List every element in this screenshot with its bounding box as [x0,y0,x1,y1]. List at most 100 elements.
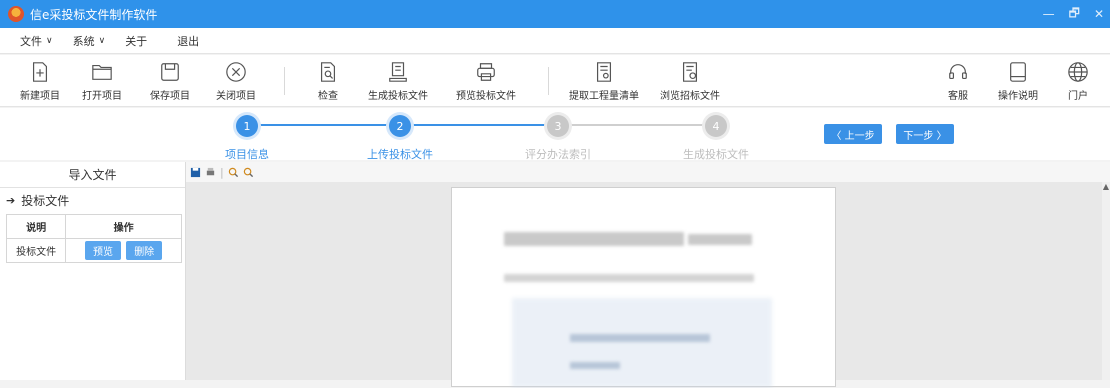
table-row: 投标文件 预览 删除 [5,238,182,263]
document-extract-icon [596,62,612,82]
new-file-icon [32,62,48,82]
check-button[interactable]: 检查 [292,61,364,102]
folder-icon [92,64,112,80]
toolbar: 新建项目 打开项目 保存项目 关闭项目 检查 生成投标文件 预览投标文件 提取工… [0,55,1110,107]
portal-button[interactable]: 门户 [1042,61,1110,102]
extract-bill-label: 提取工程量清单 [569,91,639,102]
menu-about[interactable]: 关于 [125,33,147,49]
zoom-in-icon[interactable] [228,167,239,178]
menu-file[interactable]: 文件 ∨ [20,33,53,49]
step-2-label: 上传投标文件 [367,148,433,161]
close-circle-icon [226,62,246,82]
open-project-button[interactable]: 打开项目 [66,61,138,102]
toolbar-divider: | [220,165,224,179]
prev-step-button[interactable]: 〈 上一步 [824,124,882,144]
title-bar: 信e采投标文件制作软件 — 🗗 ✕ [0,0,1110,28]
app-logo-icon [8,6,24,22]
browse-tender-label: 浏览招标文件 [660,91,720,102]
toolbar-separator [284,67,285,95]
minimize-button[interactable]: — [1043,7,1055,21]
menu-exit[interactable]: 退出 [177,33,199,49]
step-connector [411,124,557,126]
step-1-circle[interactable]: 1 [236,115,258,137]
menu-file-label: 文件 [20,34,42,48]
column-header-action: 操作 [65,214,182,239]
zoom-out-icon[interactable] [243,167,254,178]
next-step-button[interactable]: 下一步 〉 [896,124,954,144]
globe-icon [1068,62,1088,82]
new-project-label: 新建项目 [20,91,60,102]
app-title: 信e采投标文件制作软件 [30,7,158,22]
save-icon[interactable] [190,167,201,178]
column-header-desc: 说明 [5,214,67,239]
viewer-toolbar: | [186,162,1110,182]
document-search-icon [320,62,336,82]
delete-button[interactable]: 删除 [126,241,163,260]
import-files-panel: 导入文件 ➔ 投标文件 说明 操作 投标文件 预览 删除 [0,162,186,380]
save-icon [161,63,179,81]
step-1-label: 项目信息 [225,148,269,161]
printer-icon [477,63,495,81]
bid-file-section-label: 投标文件 [21,193,70,208]
step-4-number: 4 [712,119,720,133]
step-4-label: 生成投标文件 [683,148,749,161]
file-desc-cell: 投标文件 [5,238,67,263]
save-project-button[interactable]: 保存项目 [134,61,206,102]
document-viewer[interactable] [186,182,1102,388]
preview-bid-label: 预览投标文件 [456,91,516,102]
blurred-heading [688,234,752,245]
vertical-scrollbar[interactable] [1102,182,1110,380]
menu-system-label: 系统 [72,34,95,48]
close-window-button[interactable]: ✕ [1094,7,1104,21]
menu-system[interactable]: 系统 ∨ [73,33,106,49]
extract-bill-button[interactable]: 提取工程量清单 [568,61,640,102]
headset-icon [949,64,967,80]
blurred-text [570,334,710,342]
blurred-text [504,274,754,282]
save-project-label: 保存项目 [150,91,190,102]
print-icon[interactable] [205,167,216,178]
document-page [451,187,836,388]
menu-bar: 文件 ∨ 系统 ∨ 关于 退出 [0,28,1110,54]
generate-bid-label: 生成投标文件 [368,91,428,102]
panel-title: 导入文件 [0,162,185,188]
import-arrow-icon: ➔ [6,193,16,207]
step-connector [569,124,715,126]
check-label: 检查 [318,91,338,102]
step-connector [257,124,399,126]
support-label: 客服 [948,91,968,102]
close-project-button[interactable]: 关闭项目 [200,61,272,102]
document-stack-icon [389,62,407,82]
table-header-row: 说明 操作 [5,214,182,239]
action-cell: 预览 删除 [65,238,182,263]
browse-tender-button[interactable]: 浏览招标文件 [654,61,726,102]
chevron-down-icon: ∨ [46,35,53,46]
open-project-label: 打开项目 [82,91,122,102]
files-table: 说明 操作 投标文件 预览 删除 [5,214,182,263]
window-controls: — 🗗 ✕ [1043,0,1104,28]
chevron-down-icon: ∨ [98,35,106,46]
step-2-number: 2 [396,119,404,133]
step-2-circle[interactable]: 2 [389,115,411,137]
step-4-circle[interactable]: 4 [705,115,727,137]
preview-button[interactable]: 预览 [85,241,121,260]
menu-about-label: 关于 [125,34,148,48]
book-icon [1010,62,1026,82]
bid-file-section[interactable]: ➔ 投标文件 [0,188,185,212]
step-3-number: 3 [554,119,562,133]
document-settings-icon [682,62,698,82]
manual-label: 操作说明 [998,91,1038,102]
blurred-heading [504,232,684,246]
step-1-number: 1 [243,119,251,133]
scroll-up-icon[interactable]: ▲ [1102,182,1110,192]
step-3-label: 评分办法索引 [525,148,591,161]
generate-bid-button[interactable]: 生成投标文件 [362,61,434,102]
preview-bid-button[interactable]: 预览投标文件 [450,61,522,102]
blurred-image [512,298,772,388]
toolbar-separator [548,67,549,95]
step-3-circle[interactable]: 3 [547,115,569,137]
blurred-text [570,362,620,369]
portal-label: 门户 [1068,91,1088,102]
close-project-label: 关闭项目 [216,91,256,102]
restore-button[interactable]: 🗗 [1069,4,1080,25]
